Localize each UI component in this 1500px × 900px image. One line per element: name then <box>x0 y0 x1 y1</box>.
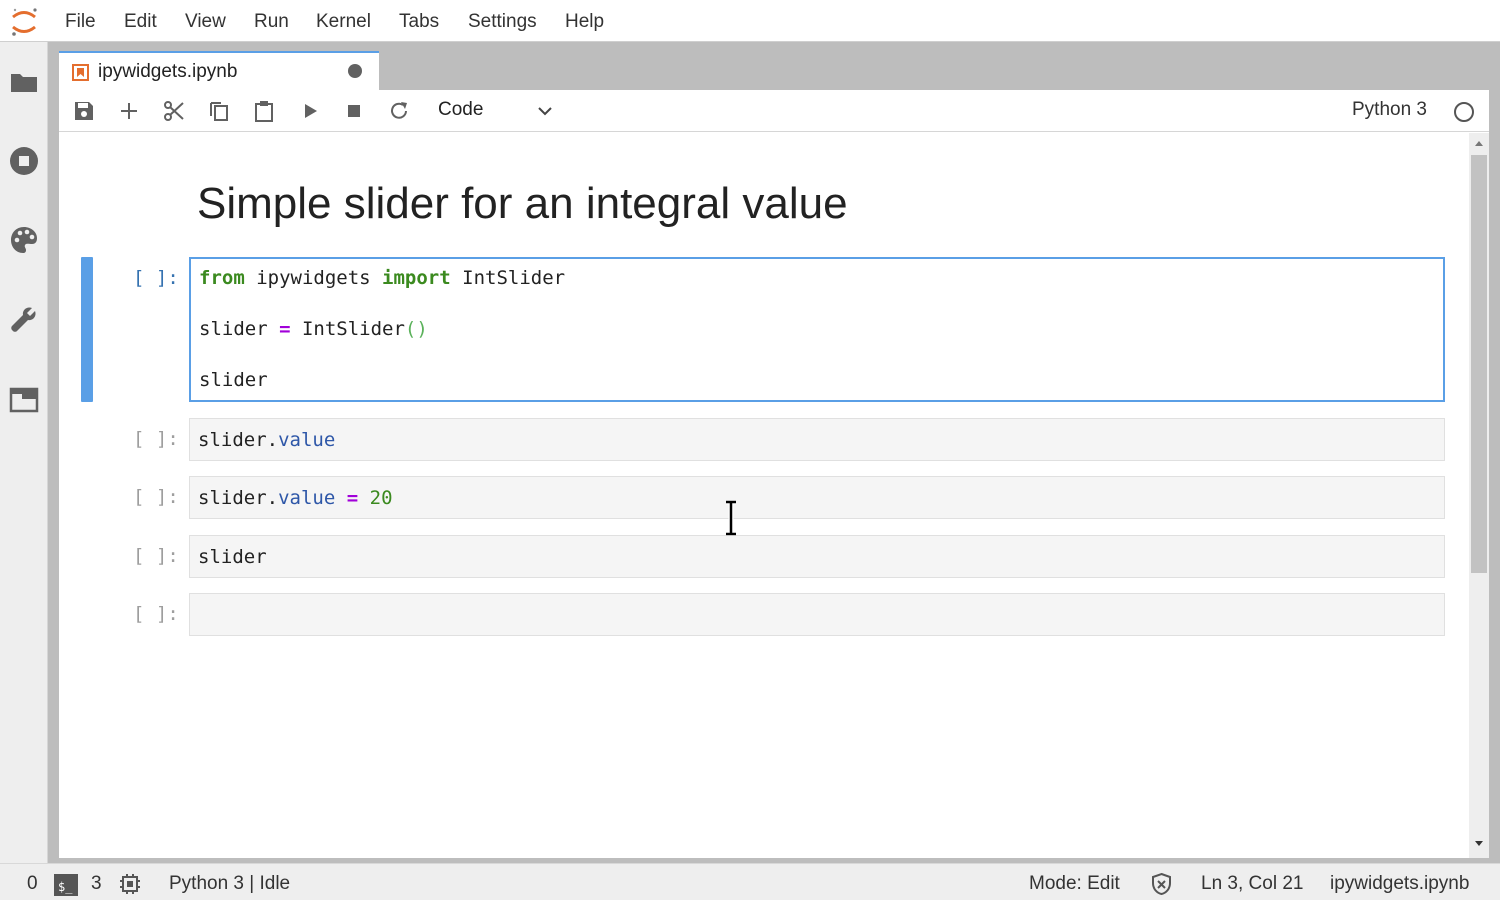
notebook-tab[interactable]: ipywidgets.ipynb <box>59 51 379 90</box>
menu-run[interactable]: Run <box>254 11 289 33</box>
terminal-icon[interactable]: $_ <box>54 874 78 896</box>
tab-title: ipywidgets.ipynb <box>98 61 238 82</box>
trust-shield-icon[interactable] <box>1150 872 1173 896</box>
scrollbar-thumb[interactable] <box>1471 155 1487 573</box>
cut-icon[interactable] <box>162 99 186 123</box>
paste-icon[interactable] <box>252 99 276 123</box>
jupyter-logo-icon[interactable] <box>9 6 39 38</box>
cell-prompt: [ ]: <box>133 603 179 625</box>
cell-editor[interactable]: slider <box>189 535 1445 578</box>
tabs-icon[interactable] <box>9 385 39 415</box>
copy-icon[interactable] <box>207 99 231 123</box>
palette-icon[interactable] <box>9 225 39 255</box>
text-cursor-icon <box>726 500 736 536</box>
notebook-icon <box>72 64 89 81</box>
cell-editor[interactable]: from ipywidgets import IntSlider slider … <box>189 257 1445 402</box>
notebook-content: Simple slider for an integral value [ ]:… <box>59 133 1469 858</box>
notebook-toolbar: Code Python 3 <box>59 90 1489 132</box>
notebook-scrollbar[interactable] <box>1469 133 1489 858</box>
run-icon[interactable] <box>298 99 322 123</box>
running-icon[interactable] <box>9 146 39 176</box>
stop-icon[interactable] <box>342 99 366 123</box>
unsaved-dot-icon[interactable] <box>348 64 362 78</box>
active-cell-bar <box>81 257 93 402</box>
svg-text:$_: $_ <box>58 880 73 894</box>
code-line: slider <box>199 369 268 391</box>
scroll-down-icon[interactable] <box>1474 840 1484 848</box>
cell-prompt: [ ]: <box>133 267 179 289</box>
save-icon[interactable] <box>72 99 96 123</box>
kernels-count[interactable]: 3 <box>91 873 102 895</box>
code-line: slider <box>198 546 267 568</box>
restart-icon[interactable] <box>387 99 411 123</box>
main-dock-area: ipywidgets.ipynb Code Python 3 Simple sl… <box>48 42 1500 863</box>
terminals-count[interactable]: 0 <box>27 873 38 895</box>
status-bar: 0 $_ 3 Python 3 | Idle Mode: Edit Ln 3, … <box>0 863 1500 900</box>
add-cell-icon[interactable] <box>117 99 141 123</box>
code-line: from ipywidgets import IntSlider <box>199 267 566 289</box>
cpu-icon[interactable] <box>119 873 141 895</box>
code-line: slider.value = 20 <box>198 487 393 509</box>
menu-bar: File Edit View Run Kernel Tabs Settings … <box>0 0 1500 42</box>
menu-kernel[interactable]: Kernel <box>316 11 371 33</box>
editor-mode: Mode: Edit <box>1029 873 1120 894</box>
cell-type-select[interactable]: Code <box>438 99 483 121</box>
markdown-heading: Simple slider for an integral value <box>197 179 848 228</box>
status-file-name: ipywidgets.ipynb <box>1330 873 1470 894</box>
folder-icon[interactable] <box>9 67 39 97</box>
cell-prompt: [ ]: <box>133 428 179 450</box>
scroll-up-icon[interactable] <box>1474 139 1484 147</box>
menu-settings[interactable]: Settings <box>468 11 537 33</box>
menu-help[interactable]: Help <box>565 11 604 33</box>
kernel-state[interactable]: Python 3 | Idle <box>169 873 290 895</box>
menu-file[interactable]: File <box>65 11 96 33</box>
cell-editor[interactable]: slider.value <box>189 418 1445 461</box>
cell-editor[interactable]: slider.value = 20 <box>189 476 1445 519</box>
cell-editor[interactable] <box>189 593 1445 636</box>
kernel-name[interactable]: Python 3 <box>1352 99 1427 121</box>
left-sidebar <box>0 42 48 863</box>
menu-view[interactable]: View <box>185 11 226 33</box>
cursor-position[interactable]: Ln 3, Col 21 <box>1201 873 1303 895</box>
menu-edit[interactable]: Edit <box>124 11 157 33</box>
code-line: slider.value <box>198 429 336 451</box>
cell-prompt: [ ]: <box>133 545 179 567</box>
kernel-idle-indicator-icon <box>1454 102 1474 122</box>
wrench-icon[interactable] <box>9 304 39 334</box>
cell-prompt: [ ]: <box>133 486 179 508</box>
notebook-panel: Code Python 3 Simple slider for an integ… <box>59 90 1489 858</box>
chevron-down-icon[interactable] <box>534 100 556 122</box>
menu-tabs[interactable]: Tabs <box>399 11 439 33</box>
code-line: slider = IntSlider() <box>199 318 428 340</box>
